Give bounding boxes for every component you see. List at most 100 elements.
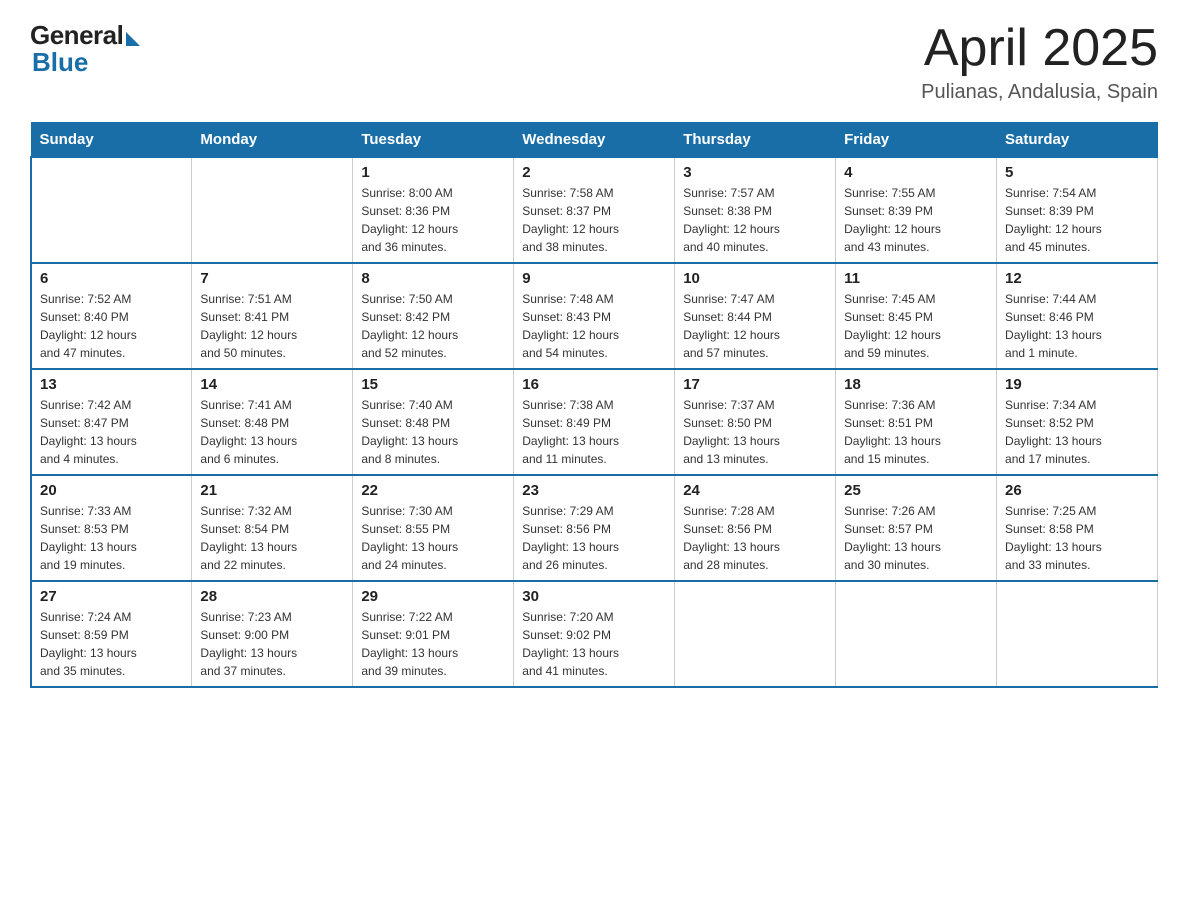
day-number: 14 [200, 376, 344, 393]
calendar-cell: 13Sunrise: 7:42 AMSunset: 8:47 PMDayligh… [31, 369, 192, 475]
calendar-cell: 18 Sunrise: 7:36 AMSunset: 8:51 PMDayligh… [836, 369, 997, 475]
logo-blue-text: Blue [30, 47, 88, 78]
calendar-cell: 28 Sunrise: 7:23 AMSunset: 9:00 PMDayligh… [192, 581, 353, 687]
calendar-cell: 8Sunrise: 7:50 AMSunset: 8:42 PMDaylight… [353, 263, 514, 369]
title-block: April 2025 Pulianas, Andalusia, Spain [921, 20, 1158, 104]
day-number: 17 [683, 376, 827, 393]
column-header-saturday: Saturday [997, 123, 1158, 158]
day-number: 22 [361, 482, 505, 499]
day-info: Sunrise: 7:20 AMSunset: 9:02 PMDaylight:… [522, 608, 666, 680]
day-number: 20 [40, 482, 183, 499]
calendar-week-row: 6Sunrise: 7:52 AMSunset: 8:40 PMDaylight… [31, 263, 1158, 369]
day-number: 27 [40, 588, 183, 605]
location-text: Pulianas, Andalusia, Spain [921, 81, 1158, 104]
day-number: 8 [361, 270, 505, 287]
day-info: Sunrise: 8:00 AMSunset: 8:36 PMDaylight:… [361, 184, 505, 256]
calendar-week-row: 1 Sunrise: 8:00 AMSunset: 8:36 PMDaylight… [31, 157, 1158, 263]
day-number: 25 [844, 482, 988, 499]
calendar-week-row: 13Sunrise: 7:42 AMSunset: 8:47 PMDayligh… [31, 369, 1158, 475]
calendar-cell: 1 Sunrise: 8:00 AMSunset: 8:36 PMDaylight… [353, 157, 514, 263]
logo: General Blue [30, 20, 140, 78]
day-number: 19 [1005, 376, 1149, 393]
calendar-cell: 24 Sunrise: 7:28 AMSunset: 8:56 PMDayligh… [675, 475, 836, 581]
calendar-cell: 16 Sunrise: 7:38 AMSunset: 8:49 PMDayligh… [514, 369, 675, 475]
day-number: 26 [1005, 482, 1149, 499]
day-number: 18 [844, 376, 988, 393]
calendar-cell [675, 581, 836, 687]
day-info: Sunrise: 7:54 AMSunset: 8:39 PMDaylight:… [1005, 184, 1149, 256]
day-info: Sunrise: 7:57 AMSunset: 8:38 PMDaylight:… [683, 184, 827, 256]
day-number: 24 [683, 482, 827, 499]
day-info: Sunrise: 7:23 AMSunset: 9:00 PMDaylight:… [200, 608, 344, 680]
day-number: 29 [361, 588, 505, 605]
day-number: 9 [522, 270, 666, 287]
calendar-cell: 21Sunrise: 7:32 AMSunset: 8:54 PMDayligh… [192, 475, 353, 581]
day-number: 6 [40, 270, 183, 287]
column-header-friday: Friday [836, 123, 997, 158]
day-info: Sunrise: 7:29 AMSunset: 8:56 PMDaylight:… [522, 502, 666, 574]
day-info: Sunrise: 7:40 AMSunset: 8:48 PMDaylight:… [361, 396, 505, 468]
calendar-cell: 27 Sunrise: 7:24 AMSunset: 8:59 PMDayligh… [31, 581, 192, 687]
day-info: Sunrise: 7:26 AMSunset: 8:57 PMDaylight:… [844, 502, 988, 574]
logo-arrow-icon [126, 32, 140, 46]
calendar-cell: 4Sunrise: 7:55 AMSunset: 8:39 PMDaylight… [836, 157, 997, 263]
day-info: Sunrise: 7:25 AMSunset: 8:58 PMDaylight:… [1005, 502, 1149, 574]
day-number: 21 [200, 482, 344, 499]
day-number: 28 [200, 588, 344, 605]
calendar-cell: 20 Sunrise: 7:33 AMSunset: 8:53 PMDayligh… [31, 475, 192, 581]
calendar-cell: 6Sunrise: 7:52 AMSunset: 8:40 PMDaylight… [31, 263, 192, 369]
day-info: Sunrise: 7:22 AMSunset: 9:01 PMDaylight:… [361, 608, 505, 680]
day-info: Sunrise: 7:34 AMSunset: 8:52 PMDaylight:… [1005, 396, 1149, 468]
day-number: 12 [1005, 270, 1149, 287]
day-number: 10 [683, 270, 827, 287]
calendar-cell: 11Sunrise: 7:45 AMSunset: 8:45 PMDayligh… [836, 263, 997, 369]
day-number: 2 [522, 164, 666, 181]
day-number: 15 [361, 376, 505, 393]
calendar-cell: 2 Sunrise: 7:58 AMSunset: 8:37 PMDaylight… [514, 157, 675, 263]
calendar-header-row: SundayMondayTuesdayWednesdayThursdayFrid… [31, 123, 1158, 158]
day-info: Sunrise: 7:28 AMSunset: 8:56 PMDaylight:… [683, 502, 827, 574]
calendar-cell: 19 Sunrise: 7:34 AMSunset: 8:52 PMDayligh… [997, 369, 1158, 475]
calendar-cell [192, 157, 353, 263]
calendar-cell: 23Sunrise: 7:29 AMSunset: 8:56 PMDayligh… [514, 475, 675, 581]
day-info: Sunrise: 7:37 AMSunset: 8:50 PMDaylight:… [683, 396, 827, 468]
day-info: Sunrise: 7:36 AMSunset: 8:51 PMDaylight:… [844, 396, 988, 468]
page-header: General Blue April 2025 Pulianas, Andalu… [30, 20, 1158, 104]
column-header-sunday: Sunday [31, 123, 192, 158]
calendar-cell [997, 581, 1158, 687]
calendar-cell: 9 Sunrise: 7:48 AMSunset: 8:43 PMDaylight… [514, 263, 675, 369]
day-number: 3 [683, 164, 827, 181]
column-header-thursday: Thursday [675, 123, 836, 158]
calendar-cell: 30Sunrise: 7:20 AMSunset: 9:02 PMDayligh… [514, 581, 675, 687]
calendar-cell [31, 157, 192, 263]
month-year-title: April 2025 [921, 20, 1158, 77]
day-info: Sunrise: 7:51 AMSunset: 8:41 PMDaylight:… [200, 290, 344, 362]
day-number: 5 [1005, 164, 1149, 181]
day-info: Sunrise: 7:41 AMSunset: 8:48 PMDaylight:… [200, 396, 344, 468]
day-info: Sunrise: 7:38 AMSunset: 8:49 PMDaylight:… [522, 396, 666, 468]
calendar-cell: 22 Sunrise: 7:30 AMSunset: 8:55 PMDayligh… [353, 475, 514, 581]
calendar-cell: 17 Sunrise: 7:37 AMSunset: 8:50 PMDayligh… [675, 369, 836, 475]
day-info: Sunrise: 7:30 AMSunset: 8:55 PMDaylight:… [361, 502, 505, 574]
calendar-cell: 3 Sunrise: 7:57 AMSunset: 8:38 PMDaylight… [675, 157, 836, 263]
calendar-cell: 15 Sunrise: 7:40 AMSunset: 8:48 PMDayligh… [353, 369, 514, 475]
day-number: 11 [844, 270, 988, 287]
day-number: 16 [522, 376, 666, 393]
day-info: Sunrise: 7:24 AMSunset: 8:59 PMDaylight:… [40, 608, 183, 680]
column-header-tuesday: Tuesday [353, 123, 514, 158]
day-info: Sunrise: 7:58 AMSunset: 8:37 PMDaylight:… [522, 184, 666, 256]
calendar-table: SundayMondayTuesdayWednesdayThursdayFrid… [30, 122, 1158, 688]
day-info: Sunrise: 7:44 AMSunset: 8:46 PMDaylight:… [1005, 290, 1149, 362]
calendar-cell: 29 Sunrise: 7:22 AMSunset: 9:01 PMDayligh… [353, 581, 514, 687]
calendar-cell: 7Sunrise: 7:51 AMSunset: 8:41 PMDaylight… [192, 263, 353, 369]
day-info: Sunrise: 7:33 AMSunset: 8:53 PMDaylight:… [40, 502, 183, 574]
calendar-cell: 5 Sunrise: 7:54 AMSunset: 8:39 PMDaylight… [997, 157, 1158, 263]
day-info: Sunrise: 7:55 AMSunset: 8:39 PMDaylight:… [844, 184, 988, 256]
calendar-week-row: 27 Sunrise: 7:24 AMSunset: 8:59 PMDayligh… [31, 581, 1158, 687]
day-number: 1 [361, 164, 505, 181]
column-header-monday: Monday [192, 123, 353, 158]
day-info: Sunrise: 7:47 AMSunset: 8:44 PMDaylight:… [683, 290, 827, 362]
day-info: Sunrise: 7:42 AMSunset: 8:47 PMDaylight:… [40, 396, 183, 468]
day-info: Sunrise: 7:48 AMSunset: 8:43 PMDaylight:… [522, 290, 666, 362]
calendar-cell: 26 Sunrise: 7:25 AMSunset: 8:58 PMDayligh… [997, 475, 1158, 581]
